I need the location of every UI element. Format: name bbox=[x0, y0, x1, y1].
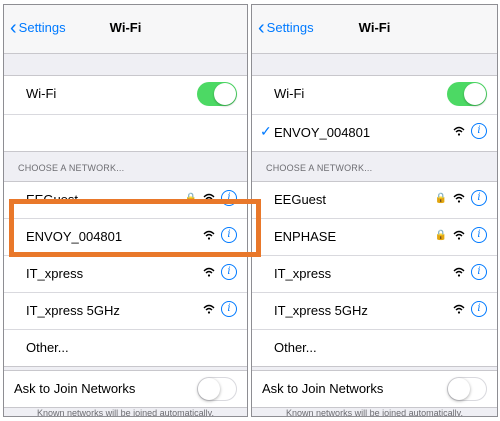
ask-join-toggle[interactable] bbox=[197, 377, 237, 401]
navigation-bar: ‹ Settings Wi-Fi bbox=[252, 5, 497, 54]
wifi-icon bbox=[453, 230, 465, 240]
footer-note: Known networks will be joined automatica… bbox=[37, 408, 214, 417]
ask-join-row: Ask to Join Networks bbox=[4, 371, 247, 407]
network-row-it-xpress-5ghz[interactable]: IT_xpress 5GHz i bbox=[4, 293, 247, 330]
footer-note: Known networks will be joined automatica… bbox=[286, 408, 463, 417]
info-icon[interactable]: i bbox=[471, 123, 487, 139]
network-name: IT_xpress 5GHz bbox=[26, 303, 120, 318]
ask-join-group: Ask to Join Networks bbox=[4, 370, 247, 408]
info-icon[interactable]: i bbox=[471, 190, 487, 206]
right-wifi-screen: ‹ Settings Wi-Fi Wi-Fi ✓ ENVOY_004801 i … bbox=[251, 4, 498, 417]
network-row-it-xpress-5ghz[interactable]: IT_xpress 5GHz i bbox=[252, 293, 497, 330]
wifi-toggle-group: Wi-Fi bbox=[4, 75, 247, 152]
highlight-box bbox=[9, 199, 261, 257]
wifi-toggle[interactable] bbox=[197, 82, 237, 106]
other-network-row[interactable]: Other... bbox=[252, 330, 497, 366]
ask-join-toggle[interactable] bbox=[447, 377, 487, 401]
wifi-icon bbox=[453, 304, 465, 314]
info-icon[interactable]: i bbox=[221, 301, 237, 317]
info-icon[interactable]: i bbox=[221, 264, 237, 280]
network-name: EEGuest bbox=[274, 192, 327, 207]
page-title: Wi-Fi bbox=[358, 20, 391, 35]
section-header: CHOOSE A NETWORK... bbox=[18, 163, 125, 173]
connected-network-name: ENVOY_004801 bbox=[274, 125, 371, 140]
connected-network-row[interactable]: ✓ ENVOY_004801 i bbox=[252, 115, 497, 151]
info-icon[interactable]: i bbox=[471, 227, 487, 243]
info-icon[interactable]: i bbox=[471, 301, 487, 317]
network-row-eeguest[interactable]: EEGuest 🔒 i bbox=[252, 182, 497, 219]
network-row-enphase[interactable]: ENPHASE 🔒 i bbox=[252, 219, 497, 256]
wifi-label: Wi-Fi bbox=[274, 86, 305, 101]
navigation-bar: ‹ Settings Wi-Fi bbox=[4, 5, 247, 54]
wifi-row: Wi-Fi bbox=[4, 76, 247, 115]
wifi-label: Wi-Fi bbox=[26, 86, 57, 101]
page-title: Wi-Fi bbox=[109, 20, 142, 35]
lock-icon: 🔒 bbox=[434, 229, 447, 241]
ask-join-row: Ask to Join Networks bbox=[252, 371, 497, 407]
lock-icon: 🔒 bbox=[434, 192, 447, 204]
wifi-icon bbox=[453, 193, 465, 203]
network-name: ENPHASE bbox=[274, 229, 337, 244]
network-name: IT_xpress bbox=[26, 266, 84, 281]
other-network-row[interactable]: Other... bbox=[4, 330, 247, 366]
blank-row bbox=[4, 115, 247, 151]
wifi-icon bbox=[453, 267, 465, 277]
network-name: IT_xpress bbox=[274, 266, 332, 281]
other-label: Other... bbox=[26, 340, 69, 355]
checkmark-icon: ✓ bbox=[260, 123, 272, 139]
ask-join-label: Ask to Join Networks bbox=[262, 381, 384, 396]
wifi-icon bbox=[203, 304, 215, 314]
network-name: IT_xpress 5GHz bbox=[274, 303, 368, 318]
wifi-toggle[interactable] bbox=[447, 82, 487, 106]
network-list: EEGuest 🔒 i ENPHASE 🔒 i IT_xpress i IT_x… bbox=[252, 181, 497, 367]
wifi-icon bbox=[203, 267, 215, 277]
wifi-icon bbox=[453, 126, 465, 136]
other-label: Other... bbox=[274, 340, 317, 355]
ask-join-group: Ask to Join Networks bbox=[252, 370, 497, 408]
network-row-it-xpress[interactable]: IT_xpress i bbox=[252, 256, 497, 293]
wifi-toggle-group: Wi-Fi ✓ ENVOY_004801 i bbox=[252, 75, 497, 152]
info-icon[interactable]: i bbox=[471, 264, 487, 280]
network-row-it-xpress[interactable]: IT_xpress i bbox=[4, 256, 247, 293]
section-header: CHOOSE A NETWORK... bbox=[266, 163, 373, 173]
ask-join-label: Ask to Join Networks bbox=[14, 381, 136, 396]
wifi-row: Wi-Fi bbox=[252, 76, 497, 115]
